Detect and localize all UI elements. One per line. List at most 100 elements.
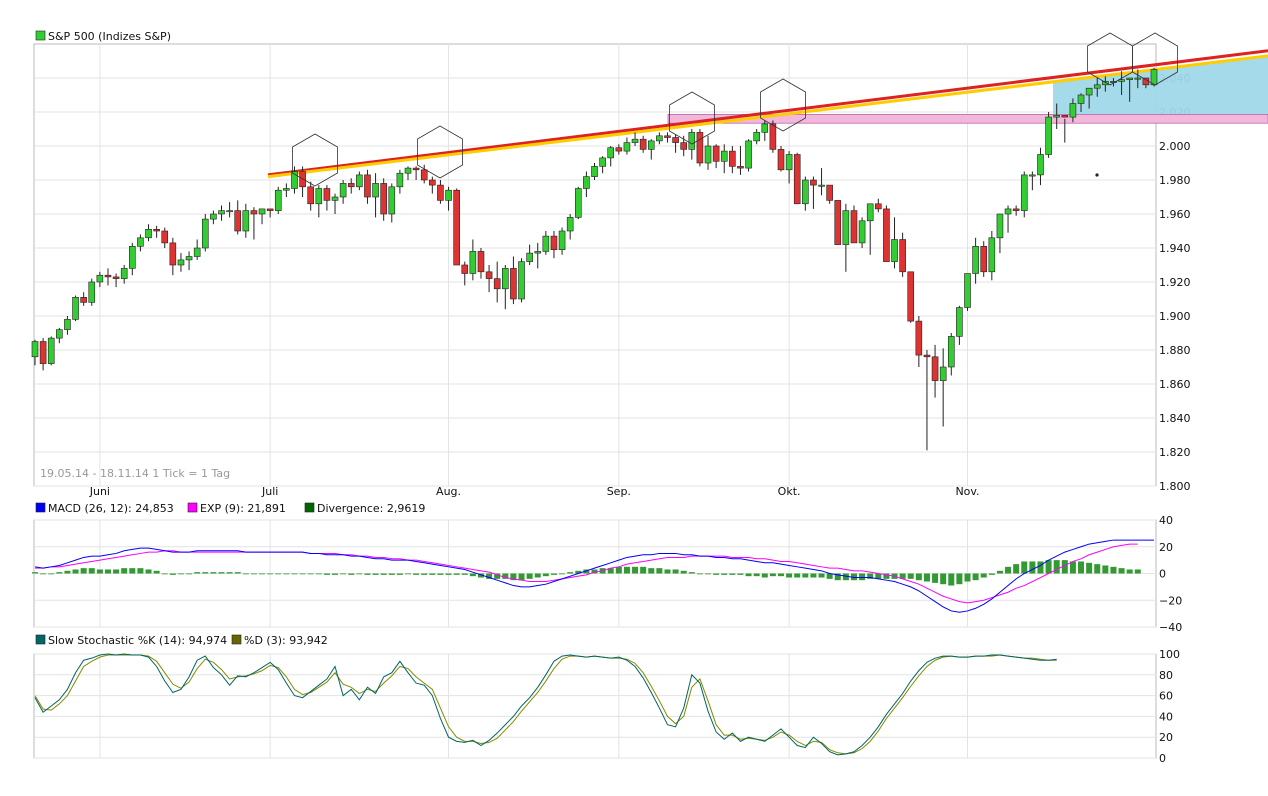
price-y-tick-label: 1.940 bbox=[1159, 242, 1191, 255]
candle-body bbox=[323, 188, 331, 201]
price-x-tick-label: Juli bbox=[261, 485, 278, 498]
divergence-bar bbox=[429, 573, 436, 575]
stoch-y-tick-label: 60 bbox=[1159, 690, 1173, 703]
candle-body bbox=[631, 138, 639, 143]
candle-body bbox=[915, 320, 923, 356]
divergence-bar bbox=[1078, 561, 1085, 574]
divergence-bar bbox=[113, 569, 120, 574]
divergence-bar bbox=[1045, 560, 1052, 574]
divergence-bar bbox=[664, 569, 671, 574]
candle-body bbox=[56, 329, 63, 339]
divergence-bar bbox=[299, 573, 306, 575]
candle-body bbox=[574, 188, 582, 218]
candle-body bbox=[266, 208, 274, 211]
candle-body bbox=[850, 210, 858, 244]
candle-body bbox=[234, 210, 242, 232]
candle-body bbox=[210, 213, 217, 220]
candle-body bbox=[356, 174, 363, 188]
candle-body bbox=[680, 142, 687, 150]
candle-body bbox=[526, 252, 533, 262]
divergence-bar bbox=[640, 566, 647, 574]
divergence-bar bbox=[267, 573, 274, 575]
candle-body bbox=[347, 183, 355, 188]
candle-body bbox=[388, 186, 396, 215]
candle-body bbox=[461, 264, 469, 274]
candle-body bbox=[493, 278, 501, 290]
candle-body bbox=[720, 150, 728, 162]
candle-body bbox=[980, 246, 988, 273]
stoch-legend-swatch bbox=[35, 634, 46, 645]
price-y-tick-label: 1.980 bbox=[1159, 174, 1191, 187]
candle-body bbox=[1004, 208, 1012, 215]
divergence-bar bbox=[1126, 569, 1133, 574]
divergence-bar bbox=[283, 573, 290, 575]
candle-body bbox=[112, 276, 120, 279]
candle-body bbox=[956, 307, 963, 337]
divergence-bar bbox=[340, 573, 347, 575]
divergence-bar bbox=[129, 568, 136, 574]
candle-body bbox=[858, 220, 866, 244]
candle-body bbox=[1085, 87, 1093, 96]
candle-body bbox=[972, 246, 979, 274]
macd-legend-swatch bbox=[35, 502, 46, 513]
divergence-bar bbox=[786, 573, 793, 578]
divergence-bar bbox=[445, 573, 452, 575]
candle-body bbox=[964, 273, 971, 308]
divergence-bar bbox=[810, 573, 817, 578]
candle-body bbox=[145, 229, 152, 239]
candle-body bbox=[307, 186, 314, 205]
price-legend-label: S&P 500 (Indizes S&P) bbox=[48, 30, 171, 43]
divergence-bar bbox=[632, 566, 639, 574]
candle-body bbox=[712, 145, 720, 162]
divergence-bar bbox=[559, 573, 566, 575]
divergence-bar bbox=[315, 573, 322, 575]
divergence-bar bbox=[753, 573, 760, 577]
candle-body bbox=[745, 140, 752, 169]
divergence-bar bbox=[291, 573, 298, 575]
divergence-bar bbox=[421, 573, 428, 575]
candle-body bbox=[899, 239, 906, 273]
candle-body bbox=[639, 138, 647, 150]
candle-body bbox=[615, 147, 623, 152]
divergence-bar bbox=[915, 573, 922, 581]
divergence-bar bbox=[259, 573, 266, 575]
divergence-bar bbox=[1005, 566, 1012, 574]
divergence-bar bbox=[1013, 564, 1020, 574]
candle-body bbox=[947, 336, 955, 368]
divergence-bar bbox=[161, 573, 168, 575]
price-y-tick-label: 2.000 bbox=[1159, 140, 1191, 153]
divergence-bar bbox=[996, 570, 1003, 574]
divergence-bar bbox=[542, 573, 549, 577]
candle-body bbox=[485, 271, 493, 279]
price-y-tick-label: 1.900 bbox=[1159, 310, 1191, 323]
candle-body bbox=[761, 123, 769, 133]
price-y-tick-label: 1.880 bbox=[1159, 344, 1191, 357]
candle-body bbox=[656, 135, 663, 142]
divergence-bar bbox=[405, 573, 411, 575]
candle-body bbox=[769, 123, 777, 150]
candle-body bbox=[339, 183, 347, 198]
divergence-bar bbox=[696, 573, 703, 575]
divergence-bar bbox=[104, 569, 111, 574]
candle-body bbox=[161, 230, 169, 244]
candle-body bbox=[396, 172, 404, 188]
candle-body bbox=[542, 235, 550, 252]
divergence-bar bbox=[32, 572, 38, 574]
candle-body bbox=[226, 210, 233, 213]
candle-body bbox=[169, 242, 177, 266]
stoch-y-tick-label: 40 bbox=[1159, 710, 1173, 723]
candle-body bbox=[1053, 115, 1060, 118]
candle-body bbox=[939, 366, 947, 381]
candle-body bbox=[469, 251, 477, 274]
candle-body bbox=[283, 188, 290, 191]
divergence-bar bbox=[380, 573, 387, 575]
candle-body bbox=[923, 354, 931, 358]
stochastic-panel: 100 80 60 40 20 0 Slow Stochastic %K (14): 94,… bbox=[33, 634, 1180, 765]
divergence-bar bbox=[680, 570, 687, 574]
divergence-bar bbox=[1086, 562, 1093, 574]
divergence-bar bbox=[1110, 566, 1117, 574]
divergence-bar bbox=[218, 572, 225, 574]
candle-body bbox=[1093, 84, 1101, 89]
candle-body bbox=[372, 183, 379, 198]
candle-body bbox=[907, 271, 915, 322]
